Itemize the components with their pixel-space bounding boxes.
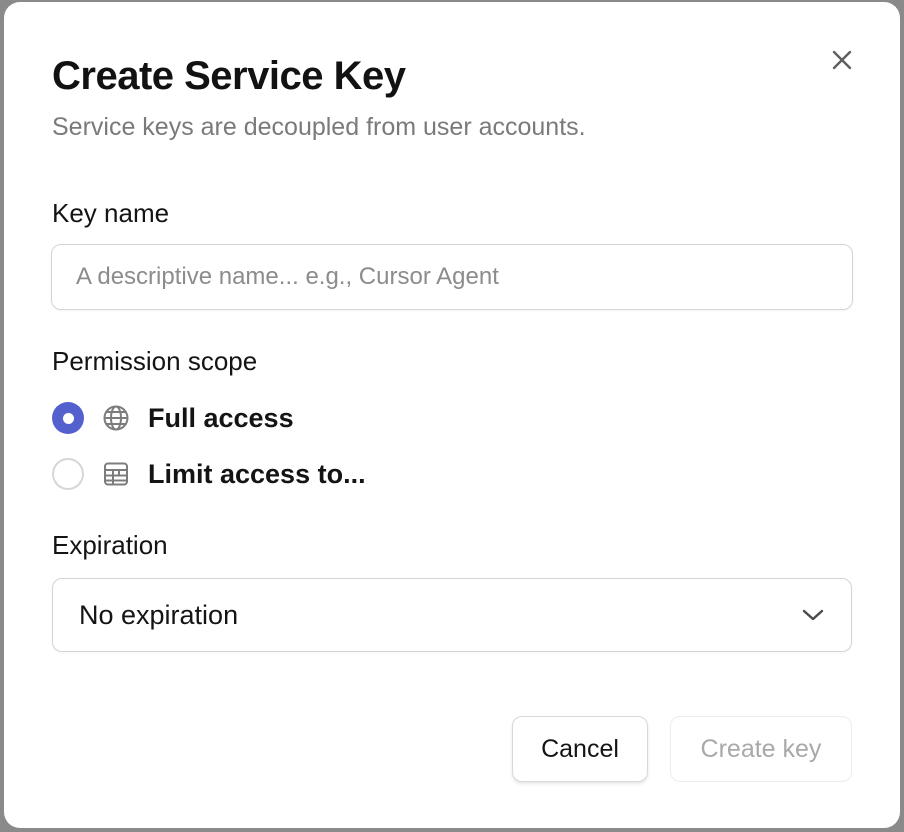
key-name-input[interactable] [51, 244, 853, 310]
full-access-radio[interactable] [52, 402, 84, 434]
close-icon [832, 50, 852, 70]
dialog-subtitle: Service keys are decoupled from user acc… [52, 113, 586, 141]
cancel-button[interactable]: Cancel [512, 716, 648, 782]
expiration-select[interactable]: No expiration [52, 578, 852, 652]
table-icon [100, 458, 132, 490]
dialog-title: Create Service Key [52, 54, 406, 98]
globe-icon [100, 402, 132, 434]
radio-option-limit-access[interactable]: Limit access to... [52, 456, 366, 492]
create-service-key-dialog: Create Service Key Service keys are deco… [4, 2, 900, 828]
expiration-label: Expiration [52, 530, 168, 560]
permission-scope-label: Permission scope [52, 346, 258, 376]
chevron-down-icon [801, 603, 825, 627]
expiration-value: No expiration [79, 599, 239, 630]
limit-access-label: Limit access to... [148, 458, 366, 489]
radio-option-full-access[interactable]: Full access [52, 400, 294, 436]
limit-access-radio[interactable] [52, 458, 84, 490]
create-key-button[interactable]: Create key [670, 716, 852, 782]
close-button[interactable] [826, 44, 858, 76]
full-access-label: Full access [148, 402, 294, 433]
key-name-label: Key name [52, 198, 170, 228]
